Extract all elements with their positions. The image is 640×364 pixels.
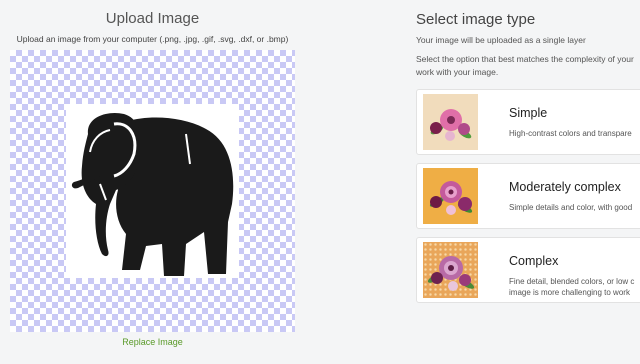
flower-icon: [427, 256, 475, 291]
upload-subtitle: Upload an image from your computer (.png…: [16, 34, 289, 44]
option-simple[interactable]: Simple High-contrast colors and transpar…: [416, 89, 640, 155]
image-type-title: Select image type: [416, 11, 536, 28]
option-complex-desc-line-1: Fine detail, blended colors, or low c: [509, 277, 635, 286]
flower-icon: [430, 109, 472, 141]
elephant-icon: [71, 112, 234, 276]
instructions-line-1: Select the option that best matches the …: [416, 54, 634, 64]
uploaded-image: [66, 104, 239, 278]
complex-thumbnail: [423, 242, 478, 298]
option-complex[interactable]: Complex Fine detail, blended colors, or …: [416, 237, 640, 303]
option-simple-title: Simple: [509, 106, 548, 120]
option-moderately-complex[interactable]: Moderately complex Simple details and co…: [416, 163, 640, 229]
image-type-instructions: Select the option that best matches the …: [416, 53, 640, 79]
moderate-thumbnail: [423, 168, 478, 224]
simple-thumbnail: [423, 94, 478, 150]
option-complex-desc-line-2: image is more challenging to work: [509, 288, 630, 297]
upload-title: Upload Image: [105, 10, 200, 27]
option-simple-desc: High-contrast colors and transpare: [509, 129, 632, 138]
replace-image-link[interactable]: Replace Image: [0, 337, 305, 347]
option-complex-title: Complex: [509, 254, 559, 268]
flower-icon: [429, 181, 473, 215]
upload-panel: Upload Image Upload an image from your c…: [0, 0, 305, 364]
option-complex-desc: Fine detail, blended colors, or low c im…: [509, 276, 634, 298]
option-moderate-desc: Simple details and color, with good: [509, 203, 633, 212]
option-moderate-title: Moderately complex: [509, 180, 621, 194]
image-type-subtitle: Your image will be uploaded as a single …: [416, 35, 586, 45]
instructions-line-2: work with your image.: [416, 67, 499, 77]
